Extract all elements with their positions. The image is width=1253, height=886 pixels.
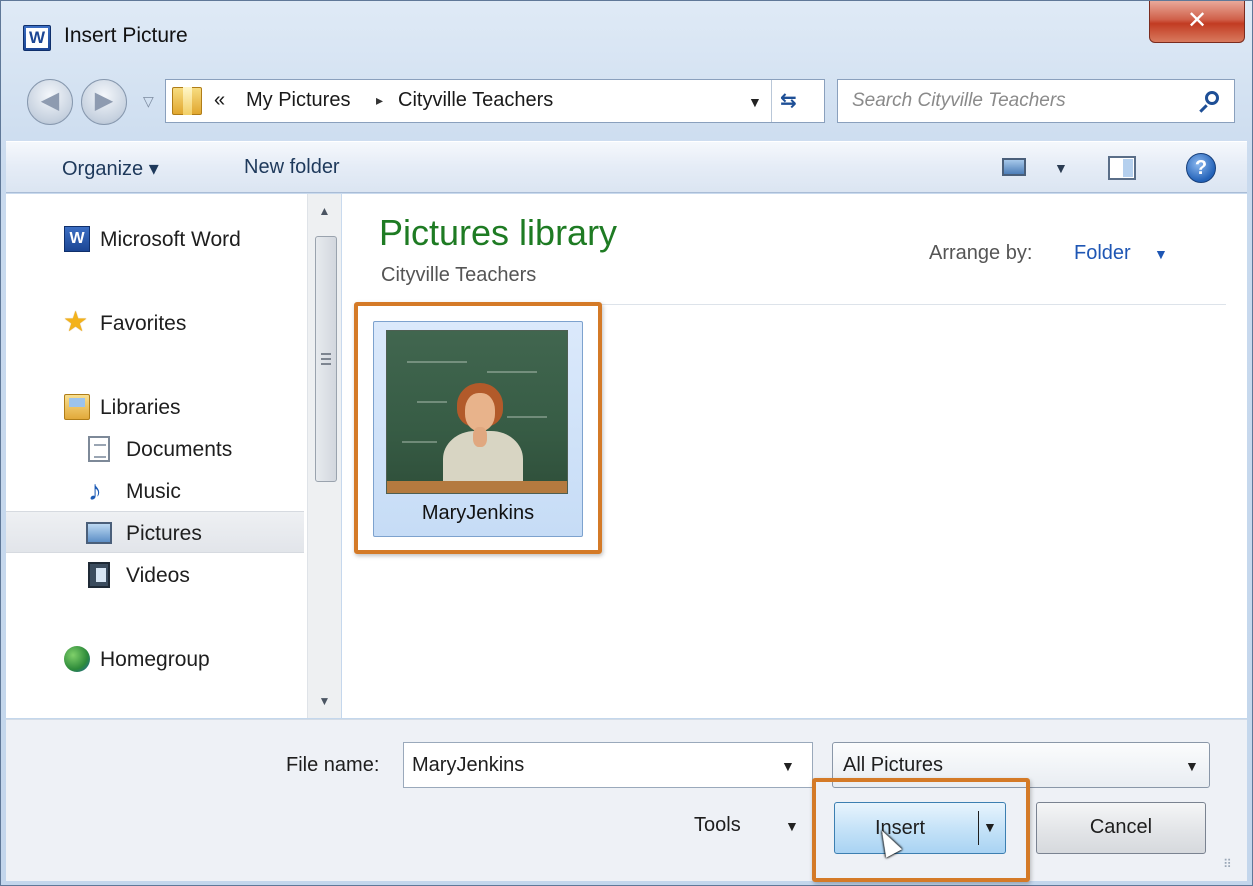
sidebar-item-homegroup[interactable]: Homegroup xyxy=(6,638,304,680)
word-icon: W xyxy=(64,226,90,252)
back-arrow-icon: ◀ xyxy=(40,87,60,114)
file-name-input[interactable] xyxy=(412,754,752,777)
breadcrumb-cityville-teachers[interactable]: Cityville Teachers xyxy=(398,89,553,112)
scroll-thumb[interactable] xyxy=(315,236,337,482)
maryjenkins-thumbnail xyxy=(386,330,568,494)
documents-icon xyxy=(88,436,110,462)
sidebar-item-label: Music xyxy=(126,480,181,503)
command-toolbar: Organize ▾ New folder ▼ ? xyxy=(6,141,1247,193)
help-icon[interactable]: ? xyxy=(1186,153,1216,183)
sidebar-item-label: Pictures xyxy=(126,522,202,545)
sidebar-item-music[interactable]: ♪ Music xyxy=(6,470,304,512)
search-box[interactable] xyxy=(837,79,1235,123)
navigation-pane: W Microsoft Word ★ Favorites Libraries D… xyxy=(6,194,341,718)
file-name-dropdown-icon[interactable]: ▼ xyxy=(781,758,795,774)
sidebar-item-documents[interactable]: Documents xyxy=(6,428,304,470)
file-name-label: MaryJenkins xyxy=(421,502,535,524)
file-type-value: All Pictures xyxy=(843,754,944,776)
address-bar[interactable]: « My Pictures ▸ Cityville Teachers ▼ ⇆ xyxy=(165,79,825,123)
window-title: Insert Picture xyxy=(64,24,188,47)
library-title: Pictures library xyxy=(379,212,618,253)
word-app-icon: W xyxy=(23,25,51,51)
music-icon: ♪ xyxy=(88,475,102,506)
sidebar-item-pictures[interactable]: Pictures xyxy=(6,511,304,553)
arrange-by-dropdown[interactable]: Folder xyxy=(1074,242,1131,265)
file-type-dropdown-icon: ▼ xyxy=(1185,758,1199,774)
breadcrumb-overflow[interactable]: « xyxy=(214,89,225,112)
grip-icon xyxy=(321,353,331,365)
scroll-down-icon[interactable]: ▼ xyxy=(308,686,341,716)
file-item-maryjenkins[interactable]: MaryJenkins xyxy=(373,321,583,537)
resize-grip-icon[interactable]: ⠿ xyxy=(1223,857,1232,871)
sidebar-item-videos[interactable]: Videos xyxy=(6,554,304,596)
title-bar[interactable]: W Insert Picture ✕ xyxy=(1,1,1252,67)
file-name-label: File name: xyxy=(286,754,380,776)
history-dropdown-icon[interactable]: ▽ xyxy=(143,93,154,110)
libraries-icon xyxy=(64,394,90,420)
library-subtitle: Cityville Teachers xyxy=(381,264,537,286)
sidebar-item-favorites[interactable]: ★ Favorites xyxy=(6,302,304,344)
close-button[interactable]: ✕ xyxy=(1149,1,1245,43)
scroll-up-icon[interactable]: ▲ xyxy=(308,196,341,226)
sidebar-item-libraries[interactable]: Libraries xyxy=(6,386,304,428)
insert-dropdown-icon[interactable]: ▼ xyxy=(983,819,997,835)
change-view-icon[interactable] xyxy=(1002,158,1026,176)
file-list-pane[interactable]: Pictures library Cityville Teachers Arra… xyxy=(342,194,1247,718)
sidebar-item-label: Microsoft Word xyxy=(100,228,241,251)
forward-arrow-icon: ▶ xyxy=(94,87,114,114)
sidebar-item-label: Videos xyxy=(126,564,190,587)
arrange-dropdown-icon[interactable]: ▼ xyxy=(1154,246,1168,262)
new-folder-button[interactable]: New folder xyxy=(244,156,340,179)
insert-picture-dialog: W Insert Picture ✕ ◀ ▶ ▽ « My Pictures ▸… xyxy=(0,0,1253,886)
view-dropdown-icon[interactable]: ▼ xyxy=(1054,160,1068,176)
search-input[interactable] xyxy=(852,90,1182,112)
cancel-button[interactable]: Cancel xyxy=(1036,802,1206,854)
breadcrumb-my-pictures[interactable]: My Pictures xyxy=(246,89,350,112)
tools-button[interactable]: Tools xyxy=(694,814,741,837)
insert-split-divider xyxy=(978,811,979,845)
search-icon[interactable] xyxy=(1205,91,1219,105)
pictures-icon xyxy=(86,522,112,544)
tools-dropdown-icon[interactable]: ▼ xyxy=(785,818,799,834)
organize-button[interactable]: Organize ▾ xyxy=(62,156,159,181)
file-name-combobox[interactable]: ▼ xyxy=(403,742,813,788)
sidebar-item-label: Homegroup xyxy=(100,648,210,671)
dialog-footer: File name: ▼ All Pictures ▼ Tools ▼ Inse… xyxy=(6,719,1247,882)
insert-button[interactable]: Insert ▼ xyxy=(834,802,1006,854)
address-dropdown-icon[interactable]: ▼ xyxy=(748,94,762,110)
star-icon: ★ xyxy=(63,306,89,337)
address-row: ◀ ▶ ▽ « My Pictures ▸ Cityville Teachers… xyxy=(1,71,1252,131)
folder-icon xyxy=(172,87,202,115)
breadcrumb-separator-icon[interactable]: ▸ xyxy=(376,92,383,109)
sidebar-item-label: Libraries xyxy=(100,396,181,419)
arrange-by-label: Arrange by: xyxy=(929,242,1033,264)
nav-pane-scrollbar[interactable]: ▲ ▼ xyxy=(307,194,341,718)
sidebar-item-label: Documents xyxy=(126,438,233,461)
sidebar-item-microsoft-word[interactable]: W Microsoft Word xyxy=(6,218,304,260)
refresh-icon[interactable]: ⇆ xyxy=(780,88,797,113)
preview-pane-icon[interactable] xyxy=(1108,156,1136,180)
videos-icon xyxy=(88,562,110,588)
address-divider xyxy=(771,80,772,122)
sidebar-item-label: Favorites xyxy=(100,312,187,335)
back-button[interactable]: ◀ xyxy=(27,79,73,125)
forward-button[interactable]: ▶ xyxy=(81,79,127,125)
homegroup-icon xyxy=(64,646,90,672)
